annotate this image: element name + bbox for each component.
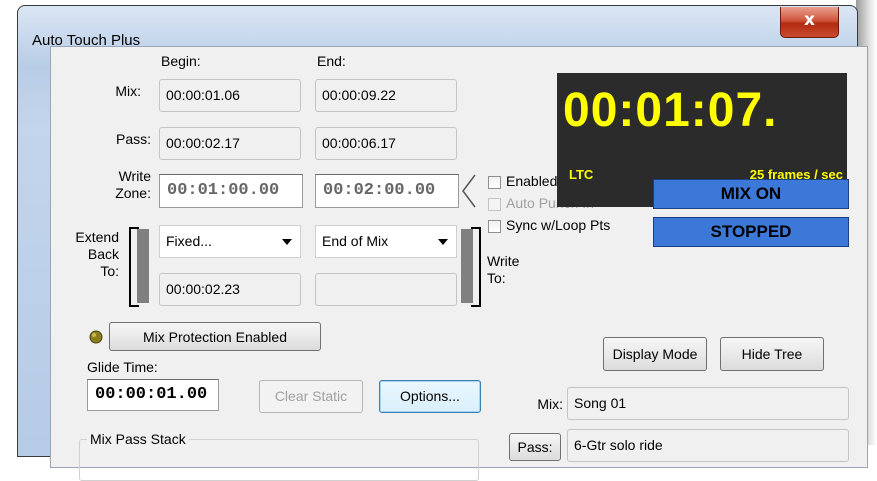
close-icon: x	[804, 10, 815, 30]
end-header: End:	[317, 53, 346, 69]
mix-protection-button[interactable]: Mix Protection Enabled	[109, 322, 321, 351]
extend-label-line3: To:	[100, 263, 119, 279]
dialog-client-area: Begin: End: Mix: 00:00:01.06 00:00:09.22…	[50, 46, 868, 481]
write-zone-label-line1: Write	[118, 168, 151, 184]
mix-begin-field: 00:00:01.06	[159, 79, 301, 112]
sync-loop-checkbox[interactable]	[488, 220, 501, 233]
tree-mix-label: Mix:	[537, 396, 563, 412]
dialog-window: Auto Touch Plus x Begin: End: Mix: 00:00…	[17, 5, 868, 481]
display-mode-button[interactable]: Display Mode	[603, 337, 707, 371]
write-zone-label-line2: Zone:	[115, 185, 151, 201]
pass-button[interactable]: Pass:	[509, 433, 561, 461]
sync-loop-label: Sync w/Loop Pts	[506, 217, 611, 233]
extend-end-time-field	[315, 273, 457, 306]
extend-label-line1: Extend	[75, 229, 119, 245]
clock-time: 00:01:07.	[563, 84, 778, 137]
pass-end-field: 00:00:06.17	[315, 127, 457, 160]
title-bar[interactable]: Auto Touch Plus x	[18, 6, 857, 49]
extend-begin-time-field: 00:00:02.23	[159, 273, 301, 306]
clear-static-button[interactable]: Clear Static	[259, 380, 363, 413]
clock-source: LTC	[569, 167, 594, 182]
write-zone-end-input[interactable]: 00:02:00.00	[315, 174, 459, 208]
glide-time-label: Glide Time:	[87, 359, 158, 375]
extend-label-line2: Back	[87, 246, 119, 262]
glide-time-input[interactable]: 00:00:01.00	[87, 379, 219, 411]
extend-end-dropdown[interactable]: End of Mix	[315, 225, 457, 258]
write-to-label-line2: To:	[487, 270, 506, 286]
extend-begin-value: Fixed...	[166, 233, 212, 249]
begin-header: Begin:	[161, 53, 201, 69]
extend-bar	[137, 229, 149, 303]
options-button[interactable]: Options...	[379, 380, 481, 413]
write-zone-begin-input[interactable]: 00:01:00.00	[159, 174, 303, 208]
pass-begin-field: 00:00:02.17	[159, 127, 301, 160]
mix-label: Mix:	[115, 83, 141, 99]
pass-label: Pass:	[115, 131, 151, 147]
transport-status: STOPPED	[653, 217, 849, 247]
write-to-label-line1: Write	[487, 253, 520, 269]
enabled-label: Enabled	[506, 173, 558, 189]
mix-on-status: MIX ON	[653, 179, 849, 209]
chevron-down-icon	[438, 239, 448, 245]
auto-punch-in-checkbox[interactable]	[488, 198, 501, 211]
chevron-left-icon	[462, 174, 476, 208]
chevron-down-icon	[282, 239, 292, 245]
extend-begin-dropdown[interactable]: Fixed...	[159, 225, 301, 258]
tree-mix-field: Song 01	[567, 387, 849, 420]
protection-indicator-icon	[89, 330, 103, 344]
mix-end-field: 00:00:09.22	[315, 79, 457, 112]
enabled-checkbox[interactable]	[488, 176, 501, 189]
extend-end-value: End of Mix	[322, 233, 389, 249]
hide-tree-button[interactable]: Hide Tree	[720, 337, 824, 371]
close-button[interactable]: x	[780, 7, 839, 38]
write-to-bracket	[471, 227, 481, 307]
tree-pass-field: 6-Gtr solo ride	[567, 429, 849, 462]
